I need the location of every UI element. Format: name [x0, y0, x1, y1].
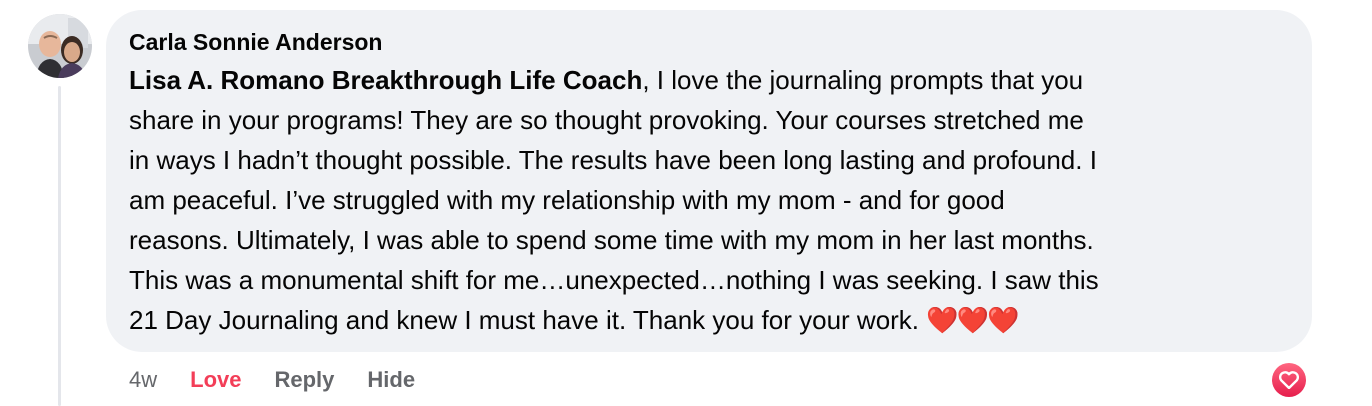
comment-text: Lisa A. Romano Breakthrough Life Coach, … [129, 60, 1288, 341]
comment-timestamp[interactable]: 4w [129, 367, 157, 393]
comment-line-2: share in your programs! They are so thou… [129, 105, 1084, 135]
avatar-photo [28, 14, 92, 78]
comment-line-3: in ways I hadn’t thought possible. The r… [129, 145, 1097, 175]
love-button[interactable]: Love [190, 367, 241, 393]
heart-emoji-icon: ❤️❤️❤️ [926, 306, 1019, 336]
comment-line-4: am peaceful. I’ve struggled with my rela… [129, 185, 1005, 215]
thread-connector-line [58, 86, 61, 406]
comment-line-5: reasons. Ultimately, I was able to spend… [129, 225, 1094, 255]
comment-line-7: 21 Day Journaling and knew I must have i… [129, 305, 927, 335]
comment-author[interactable]: Carla Sonnie Anderson [129, 28, 1288, 56]
reaction-badge[interactable] [1270, 361, 1308, 399]
reply-button[interactable]: Reply [274, 367, 334, 393]
avatar[interactable] [28, 14, 92, 78]
mention-link[interactable]: Lisa A. Romano Breakthrough Life Coach [129, 65, 642, 95]
hide-button[interactable]: Hide [367, 367, 415, 393]
comment-bubble: Carla Sonnie Anderson Lisa A. Romano Bre… [106, 10, 1312, 352]
comment-line-1: , I love the journaling prompts that you [642, 65, 1084, 95]
heart-reaction-icon [1272, 363, 1306, 397]
comment-actions: 4w Love Reply Hide [129, 362, 448, 398]
comment-line-6: This was a monumental shift for me…unexp… [129, 265, 1099, 295]
